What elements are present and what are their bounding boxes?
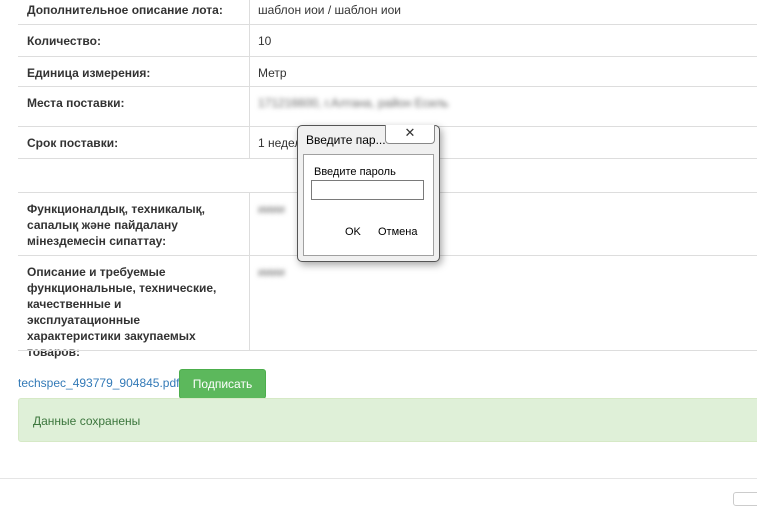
row-label: Функционалдық, техникалық, сапалық және … <box>27 202 205 248</box>
sign-button[interactable]: Подписать <box>179 369 266 399</box>
row-value: 10 <box>258 34 272 48</box>
column-divider <box>249 127 250 159</box>
row-value: 1 недел <box>258 136 302 150</box>
row-quantity: Количество: 10 <box>18 24 757 57</box>
row-spec-ru: Описание и требуемые функциональные, тех… <box>18 255 757 359</box>
column-divider <box>249 57 250 87</box>
row-value: 171216600, г.Алтана, район Есиль <box>258 96 449 110</box>
row-additional-description: Дополнительное описание лота: шаблон иои… <box>18 0 757 24</box>
dialog-body: Введите пароль OK Отмена <box>303 154 434 256</box>
column-divider <box>249 87 250 127</box>
column-divider <box>249 25 250 57</box>
row-value: Метр <box>258 66 287 80</box>
dialog-title: Введите пар... <box>306 133 386 147</box>
row-value: ииии <box>258 202 285 216</box>
close-icon[interactable]: ✕ <box>385 125 435 144</box>
success-alert: Данные сохранены <box>18 398 757 442</box>
row-label: Описание и требуемые функциональные, тех… <box>27 265 217 359</box>
corner-control[interactable] <box>733 492 757 506</box>
column-divider <box>249 256 250 351</box>
row-label: Срок поставки: <box>27 136 119 150</box>
column-divider <box>249 193 250 256</box>
row-label: Места поставки: <box>27 96 125 110</box>
footer-divider <box>0 478 757 479</box>
column-divider <box>249 0 250 24</box>
alert-text: Данные сохранены <box>33 414 141 428</box>
row-label: Количество: <box>27 34 101 48</box>
password-input[interactable] <box>311 180 424 200</box>
row-label: Дополнительное описание лота: <box>27 3 223 17</box>
password-prompt: Введите пароль <box>314 166 396 178</box>
row-value: шаблон иои / шаблон иои <box>258 3 401 17</box>
row-label: Единица измерения: <box>27 66 151 80</box>
row-unit: Единица измерения: Метр <box>18 56 757 87</box>
password-dialog: Введите пар... ✕ Введите пароль OK Отмен… <box>297 125 440 262</box>
row-delivery-place: Места поставки: 171216600, г.Алтана, рай… <box>18 86 757 127</box>
techspec-pdf-link[interactable]: techspec_493779_904845.pdf <box>18 376 179 390</box>
ok-button[interactable]: OK <box>345 226 361 238</box>
cancel-button[interactable]: Отмена <box>378 226 417 238</box>
spec-table-bottom-border <box>18 350 757 351</box>
row-value: ииии <box>258 265 285 279</box>
